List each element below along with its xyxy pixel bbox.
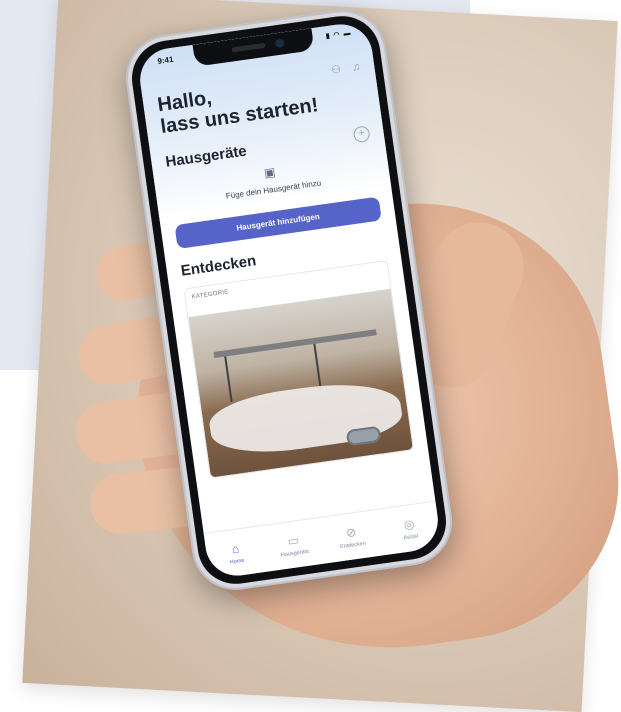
card-category-label: KATEGORIE — [191, 289, 230, 301]
card-photo — [188, 288, 413, 478]
robot-vacuum — [345, 425, 382, 447]
discover-title: Entdecken — [179, 252, 258, 280]
tab-home[interactable]: ⌂ Home — [205, 537, 266, 568]
table-leg — [224, 356, 233, 403]
user-icon[interactable]: ⚇ — [331, 64, 342, 77]
tab-appliances[interactable]: ▭ Hausgeräte — [263, 529, 324, 560]
tab-assist[interactable]: ◎ Assist — [379, 513, 440, 544]
tab-discover[interactable]: ⊘ Entdecken — [321, 521, 382, 552]
rug — [206, 374, 405, 461]
status-time: 9:41 — [156, 54, 175, 66]
discover-card[interactable]: KATEGORIE — [183, 259, 415, 479]
bell-icon[interactable]: ♫ — [351, 61, 361, 74]
glass-table — [213, 329, 377, 358]
appliance-add-icon: ▣ — [263, 164, 277, 181]
table-leg — [313, 343, 322, 390]
